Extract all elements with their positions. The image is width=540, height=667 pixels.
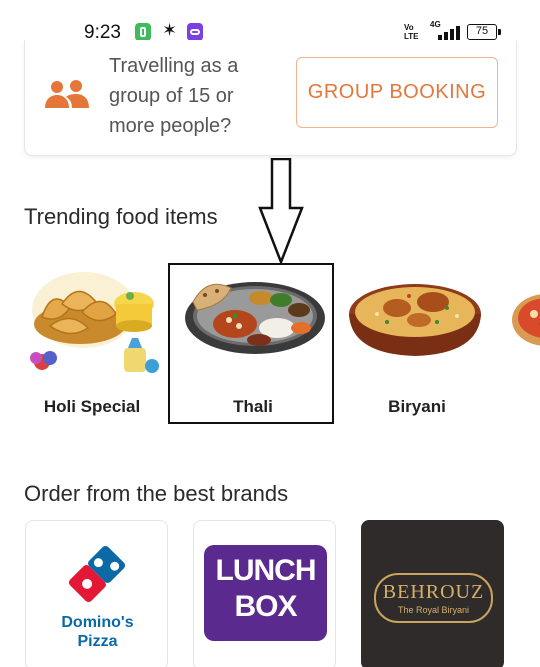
messaging-app-icon [135, 23, 151, 41]
group-people-icon [45, 80, 89, 108]
trending-section-title: Trending food items [24, 204, 218, 229]
group-booking-text: Travelling as a group of 15 or more peop… [109, 55, 239, 137]
dominos-logo-icon [68, 545, 126, 603]
pizza-image [512, 294, 540, 346]
battery-indicator: 75 [467, 24, 501, 40]
dominos-wordmark: Domino's Pizza [61, 614, 134, 650]
volte-indicator: Vo LTE [404, 23, 419, 41]
group-booking-card: Travelling as a group of 15 or more peop… [24, 40, 517, 156]
gujiya-plate-image [30, 272, 159, 373]
sparkle-icon: ✶ [162, 20, 178, 40]
brands-section-title: Order from the best brands [24, 481, 289, 506]
behrouz-wordmark: BEHROUZ [382, 581, 485, 603]
brand-card-behrouz[interactable]: BEHROUZ The Royal Biryani [361, 520, 504, 667]
food-item-label: Biryani [388, 397, 446, 416]
signal-strength-icon: 4G [430, 20, 462, 42]
brand-card-lunchbox[interactable]: LUNCH BOX [193, 520, 336, 667]
behrouz-tagline: The Royal Biryani [397, 605, 470, 615]
group-booking-button[interactable]: GROUP BOOKING [296, 57, 498, 128]
network-type-label: 4G [430, 20, 441, 29]
biryani-bowl-image [349, 284, 481, 356]
food-item-holi-special[interactable]: Holi Special [12, 262, 172, 422]
lunchbox-wordmark: LUNCH BOX [215, 554, 317, 623]
food-item-label: Holi Special [43, 397, 141, 416]
brand-card-dominos[interactable]: Domino's Pizza [25, 520, 168, 667]
food-item-biryani[interactable]: Biryani [337, 262, 497, 422]
link-app-icon [187, 23, 203, 41]
food-item-pizza[interactable] [500, 262, 540, 422]
down-arrow-annotation-icon [258, 158, 304, 264]
thali-highlight-box [168, 263, 334, 424]
